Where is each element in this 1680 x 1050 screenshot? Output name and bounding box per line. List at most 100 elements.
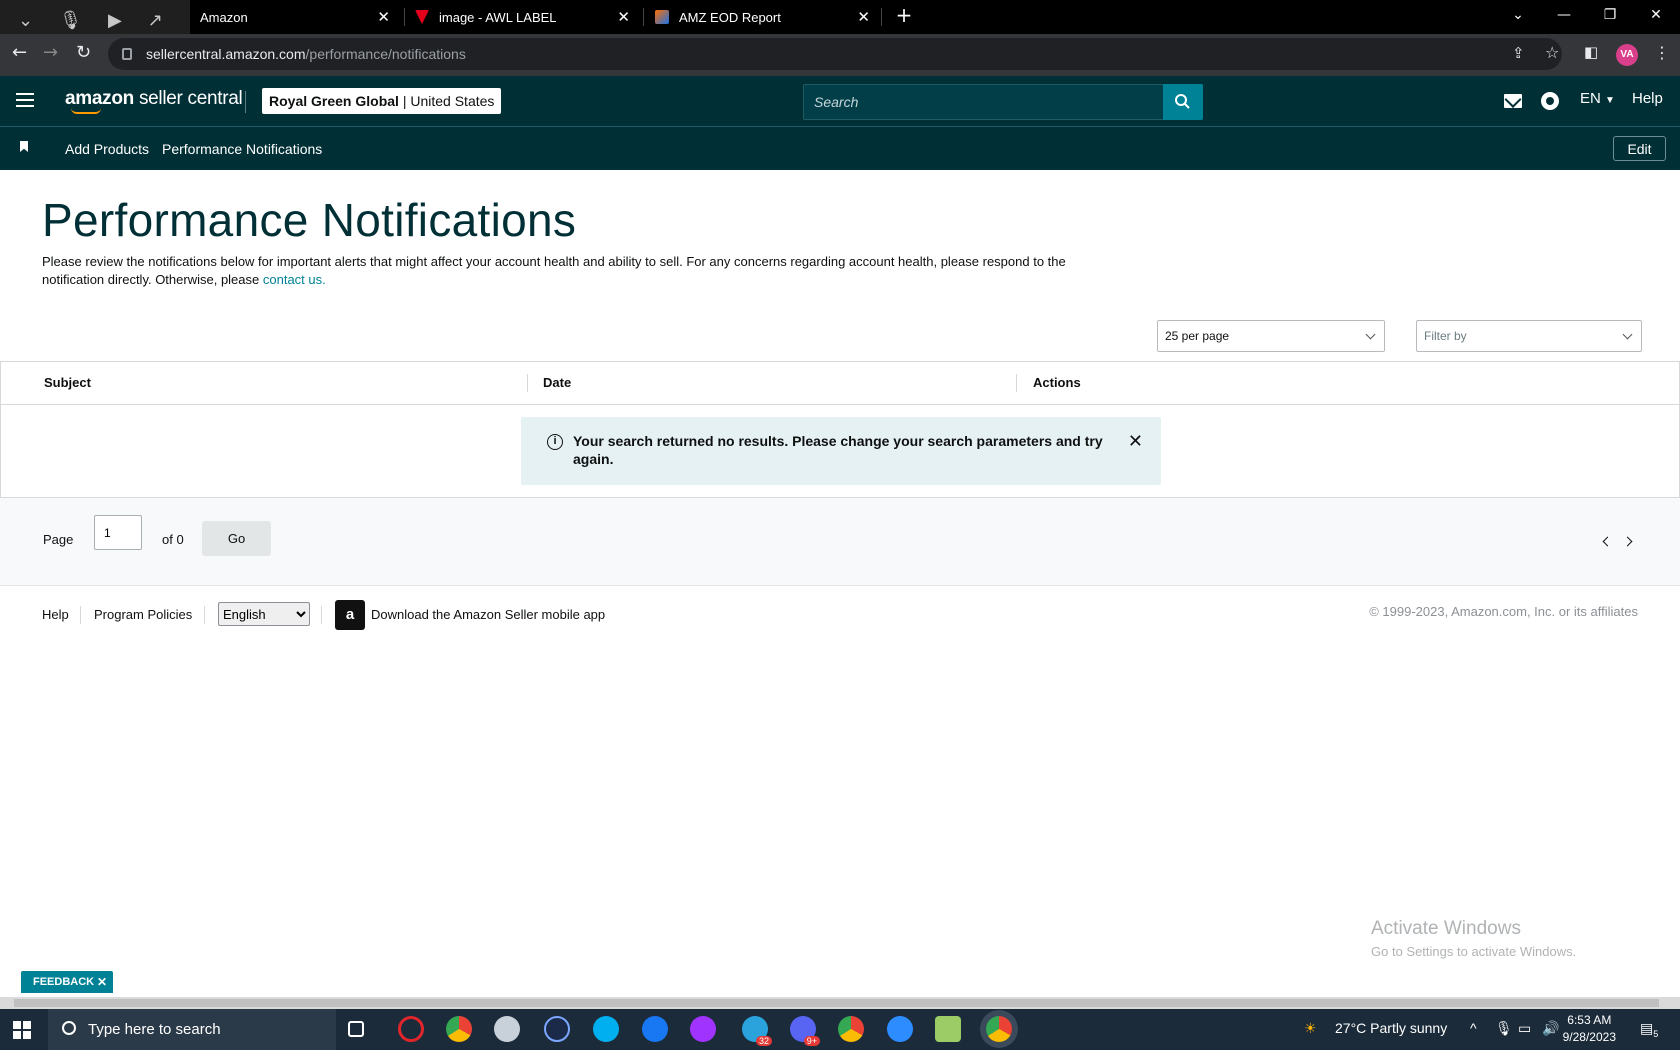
feedback-tab[interactable]: FEEDBACK ✕ <box>21 971 113 993</box>
url-field[interactable]: sellercentral.amazon.com/performance/not… <box>108 38 1562 70</box>
horizontal-scrollbar[interactable] <box>0 997 1680 1009</box>
close-tab-icon[interactable]: ✕ <box>617 8 630 26</box>
browser-menu-icon[interactable]: ⋮ <box>1654 43 1670 62</box>
close-window-icon[interactable]: ✕ <box>1634 0 1678 34</box>
contact-us-link[interactable]: contact us. <box>263 272 326 287</box>
tab-title: AMZ EOD Report <box>679 9 781 25</box>
windows-start-icon[interactable] <box>13 1021 31 1039</box>
amazon-smile-icon <box>71 108 101 114</box>
weather-icon[interactable]: ☀ <box>1304 1020 1317 1037</box>
mail-icon[interactable] <box>1504 94 1522 108</box>
bookmark-icon[interactable] <box>20 141 28 152</box>
seller-central-header: amazon seller central Royal Green Global… <box>0 76 1680 126</box>
zoom-icon[interactable] <box>887 1016 913 1042</box>
taskbar-clock[interactable]: 6:53 AM 9/28/2023 <box>1563 1012 1616 1046</box>
nav-performance-notifications[interactable]: Performance Notifications <box>162 141 322 157</box>
pagination: Page of 0 Go <box>0 498 1680 586</box>
mic-muted-icon[interactable]: 🎙 <box>59 10 82 31</box>
awl-favicon-icon <box>415 10 429 24</box>
column-date[interactable]: Date <box>543 375 571 390</box>
messenger-icon[interactable] <box>690 1016 716 1042</box>
chrome-icon[interactable] <box>446 1016 472 1042</box>
bookmark-bar: Add Products Performance Notifications E… <box>0 126 1680 170</box>
per-page-select[interactable]: 25 per page <box>1157 320 1385 352</box>
tab-amazon[interactable]: Amazon ✕ <box>200 0 400 34</box>
program-policies-link[interactable]: Program Policies <box>94 607 192 622</box>
microphone-icon[interactable]: 🎙 <box>1495 1020 1513 1037</box>
download-app-link[interactable]: Download the Amazon Seller mobile app <box>371 607 605 622</box>
weather-text[interactable]: 27°C Partly sunny <box>1335 1020 1447 1036</box>
notepad-icon[interactable] <box>935 1016 961 1042</box>
snipping-tool-icon[interactable] <box>494 1016 520 1042</box>
table-header: Subject Date Actions <box>1 362 1679 405</box>
tab-search-chevron-icon[interactable]: ⌄ <box>18 10 33 31</box>
tray-chevron-up-icon[interactable]: ^ <box>1470 1020 1477 1036</box>
seller-central-logo[interactable]: amazon seller central <box>65 88 243 114</box>
close-tab-icon[interactable]: ✕ <box>377 8 390 26</box>
hamburger-menu-icon[interactable] <box>16 93 34 111</box>
discord-icon[interactable]: 9+ <box>790 1016 820 1046</box>
amazon-app-icon[interactable]: a <box>335 600 365 630</box>
chrome-active-icon[interactable] <box>986 1016 1012 1042</box>
skype-icon[interactable] <box>593 1016 619 1042</box>
nav-add-products[interactable]: Add Products <box>65 141 149 157</box>
task-view-icon[interactable] <box>348 1021 364 1037</box>
logo-brand: amazon <box>65 88 134 109</box>
footer-divider <box>80 606 81 624</box>
footer-language-select[interactable]: English <box>218 602 310 626</box>
filter-select[interactable]: Filter by <box>1416 320 1642 352</box>
share-screen-icon[interactable]: ↗ <box>148 10 163 31</box>
close-icon[interactable]: ✕ <box>1128 431 1143 452</box>
reload-icon[interactable]: ↻ <box>76 42 91 63</box>
new-tab-icon[interactable]: + <box>882 0 926 34</box>
page-number-input[interactable] <box>94 515 142 550</box>
tab-awl-label[interactable]: image - AWL LABEL ✕ <box>415 0 640 34</box>
search-button[interactable] <box>1163 84 1203 120</box>
restore-icon[interactable]: ❐ <box>1588 0 1632 34</box>
notifications-table: Subject Date Actions i Your search retur… <box>0 361 1680 498</box>
go-button[interactable]: Go <box>202 521 271 556</box>
tab-amz-eod-report[interactable]: AMZ EOD Report ✕ <box>655 0 880 34</box>
url-host: sellercentral.amazon.com <box>146 46 306 62</box>
help-link[interactable]: Help <box>1632 90 1663 107</box>
info-icon: i <box>547 434 563 450</box>
language-menu[interactable]: EN ▼ <box>1580 90 1615 107</box>
notifications-icon[interactable]: ▤5 <box>1640 1020 1658 1039</box>
filter-placeholder: Filter by <box>1424 329 1467 343</box>
network-icon[interactable]: ▭ <box>1518 1020 1531 1037</box>
profile-avatar[interactable]: VA <box>1616 44 1638 66</box>
page-intro: Please review the notifications below fo… <box>42 253 1102 289</box>
share-icon[interactable]: ⇪ <box>1512 44 1525 62</box>
logo-suffix: seller central <box>138 88 243 109</box>
chrome-profile-icon[interactable] <box>838 1016 864 1042</box>
clock-app-icon[interactable] <box>544 1016 570 1042</box>
close-icon[interactable]: ✕ <box>97 971 107 993</box>
minimize-icon[interactable]: — <box>1542 0 1586 34</box>
chevron-left-icon[interactable] <box>1602 536 1613 547</box>
search-icon <box>1175 94 1190 109</box>
footer-divider <box>321 606 322 624</box>
close-tab-icon[interactable]: ✕ <box>857 8 870 26</box>
forward-icon[interactable]: → <box>43 42 58 63</box>
account-switcher[interactable]: Royal Green Global | United States <box>262 88 502 114</box>
footer-help-link[interactable]: Help <box>42 607 69 622</box>
logo-divider <box>245 91 246 113</box>
camera-icon[interactable]: ▶ <box>108 10 122 31</box>
column-divider <box>1016 374 1017 392</box>
side-panel-icon[interactable]: ◧ <box>1584 43 1598 61</box>
opera-icon[interactable] <box>398 1016 424 1042</box>
search-input[interactable] <box>804 85 1164 119</box>
back-icon[interactable]: ← <box>12 42 27 63</box>
star-icon[interactable]: ☆ <box>1545 43 1559 62</box>
column-subject[interactable]: Subject <box>44 375 91 390</box>
facebook-icon[interactable] <box>642 1016 668 1042</box>
telegram-icon[interactable]: 32 <box>742 1016 772 1046</box>
tab-list-chevron-icon[interactable]: ⌄ <box>1496 0 1540 34</box>
taskbar-search[interactable]: Type here to search <box>48 1009 336 1050</box>
gear-icon[interactable] <box>1541 92 1559 110</box>
chevron-right-icon[interactable] <box>1622 536 1633 547</box>
volume-icon[interactable]: 🔊 <box>1542 1020 1559 1037</box>
edit-button[interactable]: Edit <box>1613 136 1666 161</box>
scrollbar-thumb[interactable] <box>14 999 1659 1007</box>
page-title: Performance Notifications <box>42 194 577 246</box>
